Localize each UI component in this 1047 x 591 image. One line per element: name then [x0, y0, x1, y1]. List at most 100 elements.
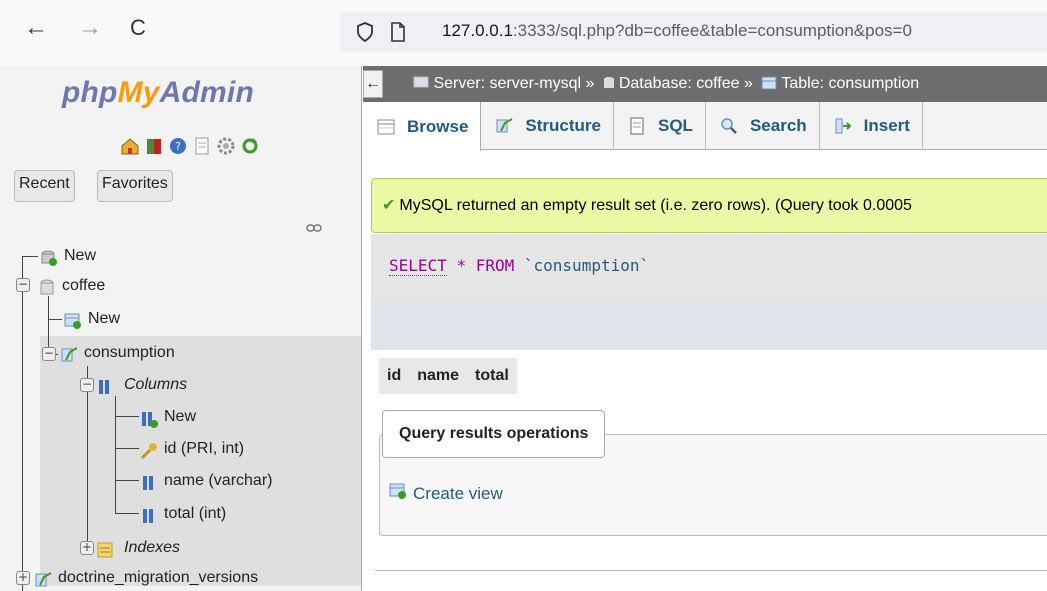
key-icon	[140, 440, 158, 459]
tree-item-label: total (int)	[164, 505, 227, 522]
divider	[375, 570, 1047, 571]
tree-item-indexes[interactable]: Indexes	[96, 532, 180, 564]
success-message-text: MySQL returned an empty result set (i.e.…	[399, 197, 912, 214]
exit-icon[interactable]	[144, 136, 164, 156]
reload-button[interactable]: C	[130, 16, 146, 40]
sql-keyword-from: FROM	[475, 256, 515, 275]
tree-item-new-database[interactable]: New	[40, 240, 96, 272]
results-table-header: id name total	[379, 358, 517, 394]
expand-indexes-icon[interactable]: +	[80, 541, 94, 555]
indexes-icon	[96, 539, 114, 558]
server-icon	[413, 76, 429, 88]
url-path: :3333/sql.php?db=coffee&table=consumptio…	[512, 21, 912, 40]
page-icon	[391, 22, 405, 42]
database-icon	[38, 277, 56, 295]
sql-star: *	[456, 256, 467, 275]
insert-icon	[834, 117, 852, 135]
column-icon	[140, 505, 158, 523]
tree-item-column-name[interactable]: name (varchar)	[140, 465, 272, 497]
table-structure-icon	[60, 344, 78, 362]
collapse-columns-icon[interactable]: −	[80, 378, 94, 392]
url-bar[interactable]: 127.0.0.1:3333/sql.php?db=coffee&table=c…	[340, 12, 1047, 52]
query-results-operations-legend: Query results operations	[382, 410, 606, 458]
tree-item-consumption[interactable]: consumption	[60, 337, 175, 369]
tree-item-label: name (varchar)	[164, 472, 273, 489]
tree-item-new-table[interactable]: New	[64, 303, 120, 335]
column-header-id[interactable]: id	[379, 358, 409, 394]
sql-table-name: `consumption`	[523, 256, 650, 275]
tree-item-label: coffee	[62, 277, 106, 294]
shield-icon[interactable]	[356, 22, 374, 42]
table-add-icon	[64, 310, 82, 329]
tree-item-label: New	[88, 310, 121, 327]
tree-item-column-total[interactable]: total (int)	[140, 498, 226, 530]
url-host: 127.0.0.1	[442, 21, 513, 40]
collapse-sidebar-button[interactable]: ←	[363, 70, 383, 98]
collapse-coffee-icon[interactable]: −	[16, 278, 30, 292]
tree-item-label: Columns	[124, 376, 188, 393]
tree-item-columns[interactable]: Columns	[96, 369, 187, 401]
columns-icon	[96, 376, 114, 394]
checkmark-icon: ✔	[382, 197, 396, 214]
column-add-icon	[140, 408, 158, 428]
sidebar-icon-row: ?	[120, 136, 260, 156]
tree-item-column-id[interactable]: id (PRI, int)	[140, 433, 244, 465]
tree-item-coffee[interactable]: coffee	[38, 270, 105, 302]
sql-query-display: SELECT * FROM `consumption`	[371, 234, 1047, 300]
tree-item-label: New	[64, 247, 97, 264]
main-content: ← Server: server-mysql » Database: coffe…	[363, 66, 1047, 591]
forward-button[interactable]: →	[78, 16, 102, 40]
home-icon[interactable]	[120, 136, 140, 156]
database-icon	[603, 77, 614, 88]
tab-sql[interactable]: SQL	[614, 102, 706, 150]
search-icon	[720, 117, 738, 135]
create-view-icon	[389, 482, 407, 505]
sql-actions-bar	[371, 300, 1047, 350]
tree-item-label: doctrine_migration_versions	[58, 569, 259, 586]
phpmyadmin-logo[interactable]: phpMyAdmin	[62, 76, 254, 110]
breadcrumb-separator: »	[585, 75, 595, 92]
gear-icon[interactable]	[216, 136, 236, 156]
table-icon	[761, 76, 777, 90]
tree-item-label: consumption	[84, 344, 175, 361]
tree-item-label: Indexes	[124, 539, 181, 556]
tree-item-doctrine-migration-versions[interactable]: doctrine_migration_versions	[34, 562, 258, 591]
tab-insert[interactable]: Insert	[820, 102, 923, 150]
breadcrumb-database[interactable]: Database: coffee	[599, 75, 740, 92]
sql-keyword-select[interactable]: SELECT	[389, 256, 447, 276]
tab-favorites[interactable]: Favorites	[97, 170, 173, 202]
link-icon[interactable]	[306, 220, 322, 236]
tab-recent[interactable]: Recent	[14, 170, 75, 202]
tab-structure[interactable]: Structure	[481, 102, 614, 150]
breadcrumb-separator: »	[743, 75, 753, 92]
table-tabs: Browse Structure SQL Search Insert	[363, 102, 1047, 151]
breadcrumb-server[interactable]: Server: server-mysql	[413, 75, 581, 92]
navigation-sidebar: phpMyAdmin ? Recent Favorites New − coff…	[0, 66, 362, 591]
success-message: ✔ MySQL returned an empty result set (i.e…	[371, 178, 1047, 233]
create-view-link[interactable]: Create view	[389, 482, 503, 505]
help-icon[interactable]: ?	[168, 136, 188, 156]
reload-icon[interactable]	[240, 136, 260, 156]
sql-icon	[628, 117, 646, 135]
column-header-name[interactable]: name	[409, 358, 467, 394]
structure-icon	[495, 117, 513, 135]
tab-browse[interactable]: Browse	[363, 102, 482, 151]
docs-icon[interactable]	[192, 136, 212, 156]
back-button[interactable]: ←	[24, 16, 48, 40]
table-structure-icon	[34, 569, 52, 587]
tree-item-label: id (PRI, int)	[164, 440, 245, 457]
browse-icon	[377, 118, 395, 136]
svg-text:?: ?	[175, 140, 181, 153]
breadcrumb-table[interactable]: Table: consumption	[757, 75, 919, 92]
tree-item-new-column[interactable]: New	[140, 401, 196, 433]
column-header-total[interactable]: total	[467, 358, 517, 394]
tab-search[interactable]: Search	[706, 102, 820, 150]
column-icon	[140, 472, 158, 490]
breadcrumb: ← Server: server-mysql » Database: coffe…	[363, 66, 1047, 102]
url-text[interactable]: 127.0.0.1:3333/sql.php?db=coffee&table=c…	[442, 21, 912, 41]
tree-item-label: New	[164, 408, 197, 425]
collapse-consumption-icon[interactable]: −	[42, 347, 56, 361]
browser-toolbar: ← → C 127.0.0.1:3333/sql.php?db=coffee&t…	[0, 0, 1047, 66]
database-add-icon	[40, 247, 58, 266]
expand-doctrine-icon[interactable]: +	[16, 571, 30, 585]
